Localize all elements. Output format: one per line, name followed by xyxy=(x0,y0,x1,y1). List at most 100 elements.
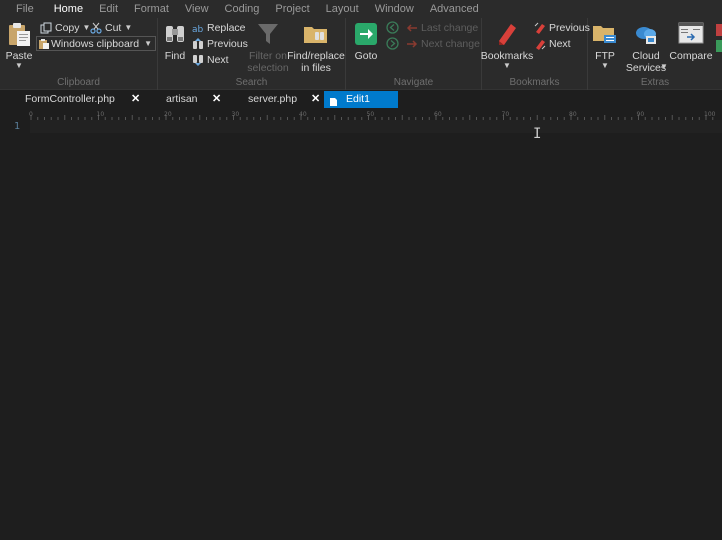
tab-server[interactable]: server.php ✕ xyxy=(227,91,324,108)
search-next-label: Next xyxy=(207,53,229,66)
menu-window[interactable]: Window xyxy=(367,0,422,18)
ftp-dropdown-icon[interactable]: ▼ xyxy=(601,62,609,70)
scissors-icon xyxy=(90,22,102,34)
editor-area[interactable]: 1 I xyxy=(0,120,722,540)
bookmarks-group-label: Bookmarks xyxy=(509,77,560,88)
cloud-line1: Cloud xyxy=(632,50,660,62)
compare-icon xyxy=(678,20,704,48)
menu-home[interactable]: Home xyxy=(46,0,91,18)
filter-line1: Filter on xyxy=(249,50,287,62)
ruler-label: 70 xyxy=(502,111,510,118)
find-next-icon xyxy=(192,54,204,66)
ruler-label: 80 xyxy=(569,111,577,118)
menu-project[interactable]: Project xyxy=(267,0,317,18)
findreplace-line1: Find/replace xyxy=(287,50,345,62)
bookmarks-button[interactable]: Bookmarks ▼ xyxy=(481,20,533,70)
bookmark-previous-label: Previous xyxy=(549,21,590,34)
paste-icon xyxy=(6,20,32,48)
clipboard-group-label: Clipboard xyxy=(57,77,100,88)
replace-button[interactable]: ab Replace xyxy=(192,20,246,35)
clipboard-select[interactable]: Windows clipboard ▼ xyxy=(36,36,156,51)
search-previous-button[interactable]: Previous xyxy=(192,36,248,51)
cut-dropdown-icon[interactable]: ▼ xyxy=(124,23,132,32)
cut-button[interactable]: Cut ▼ xyxy=(90,20,132,35)
folder-search-icon xyxy=(303,20,329,48)
menu-coding[interactable]: Coding xyxy=(217,0,268,18)
replace-label: Replace xyxy=(207,21,246,34)
clipboard-icon xyxy=(38,38,49,52)
menu-layout[interactable]: Layout xyxy=(318,0,367,18)
tab-formcontroller[interactable]: FormController.php ✕ xyxy=(0,91,145,108)
replace-icon: ab xyxy=(192,22,204,34)
cloud-dropdown-icon[interactable]: ▼ xyxy=(660,63,668,71)
cut-label: Cut xyxy=(105,21,122,34)
last-change-arrow-icon xyxy=(406,22,418,34)
column-ruler: 0 10 20 30 40 50 60 70 80 90 100 xyxy=(0,110,722,120)
document-tab-bar: FormController.php ✕ artisan ✕ server.ph… xyxy=(0,91,722,108)
bookmark-next-button[interactable]: Next xyxy=(534,36,571,51)
ruler-label: 100 xyxy=(704,111,716,118)
menu-format[interactable]: Format xyxy=(126,0,177,18)
close-icon[interactable]: ✕ xyxy=(311,91,320,108)
bookmark-next-label: Next xyxy=(549,37,571,50)
next-change-arrow-icon xyxy=(406,38,418,50)
filter-line2: selection xyxy=(247,62,289,74)
compare-button[interactable]: Compare xyxy=(669,20,713,62)
next-change-button[interactable]: Next change xyxy=(406,36,480,51)
ruler-label: 10 xyxy=(97,111,105,118)
close-icon[interactable]: ✕ xyxy=(212,91,221,108)
ftp-button[interactable]: FTP ▼ xyxy=(590,20,620,70)
copy-button[interactable]: Copy ▼ xyxy=(40,20,90,35)
menu-advanced[interactable]: Advanced xyxy=(422,0,487,18)
find-button[interactable]: Find xyxy=(162,20,188,62)
current-line-highlight xyxy=(30,120,722,133)
search-next-button[interactable]: Next xyxy=(192,52,229,67)
next-change-label: Next change xyxy=(421,37,480,50)
nav-back-icon[interactable] xyxy=(386,21,399,37)
menu-view[interactable]: View xyxy=(177,0,217,18)
menu-edit[interactable]: Edit xyxy=(91,0,126,18)
copy-label: Copy xyxy=(55,21,80,34)
svg-text:ab: ab xyxy=(192,25,204,34)
bookmark-icon xyxy=(494,20,520,48)
tab-artisan[interactable]: artisan ✕ xyxy=(145,91,227,108)
navigate-group-label: Navigate xyxy=(393,77,434,88)
ftp-folder-icon xyxy=(592,20,618,48)
line-number: 1 xyxy=(14,121,21,132)
bookmark-previous-icon xyxy=(534,22,546,34)
nav-forward-icon[interactable] xyxy=(386,37,399,53)
last-change-label: Last change xyxy=(421,21,479,34)
filter-on-selection-button[interactable]: Filter on selection xyxy=(247,20,289,74)
paste-button[interactable]: Paste ▼ xyxy=(4,20,34,70)
find-replace-in-files-button[interactable]: Find/replace in files xyxy=(287,20,345,74)
ruler-label: 20 xyxy=(164,111,172,118)
cloud-icon xyxy=(633,20,659,48)
goto-label: Goto xyxy=(354,50,378,62)
paste-dropdown-icon[interactable]: ▼ xyxy=(15,62,23,70)
close-icon[interactable]: ✕ xyxy=(131,91,140,108)
bookmarks-group: Bookmarks ▼ Previous Next Bookmarks xyxy=(481,18,590,90)
copy-icon xyxy=(40,22,52,34)
chevron-down-icon: ▼ xyxy=(144,39,152,48)
extras-more-icon[interactable] xyxy=(716,24,722,67)
tab-label: server.php xyxy=(248,93,298,105)
menu-bar: File Home Edit Format View Coding Projec… xyxy=(0,0,722,18)
tab-label: FormController.php xyxy=(25,93,115,105)
tab-edit1[interactable]: Edit1 xyxy=(324,91,398,108)
clipboard-group: Paste ▼ Copy ▼ Cut ▼ Windows clipboard ▼… xyxy=(0,18,158,90)
clipboard-select-value: Windows clipboard xyxy=(51,37,140,50)
ruler-label: 50 xyxy=(367,111,375,118)
text-cursor-icon: I xyxy=(533,126,542,142)
search-group: Find ab Replace Previous Next Filter on … xyxy=(158,18,346,90)
search-group-label: Search xyxy=(235,77,268,88)
bookmarks-dropdown-icon[interactable]: ▼ xyxy=(503,62,511,70)
bookmark-next-icon xyxy=(534,38,546,50)
extras-group-label: Extras xyxy=(640,77,670,88)
goto-button[interactable]: Goto xyxy=(350,20,382,62)
goto-arrow-icon xyxy=(353,20,379,48)
menu-file[interactable]: File xyxy=(0,0,46,18)
last-change-button[interactable]: Last change xyxy=(406,20,478,35)
bookmark-previous-button[interactable]: Previous xyxy=(534,20,590,35)
ruler-label: 30 xyxy=(232,111,240,118)
findreplace-line2: in files xyxy=(301,62,331,74)
